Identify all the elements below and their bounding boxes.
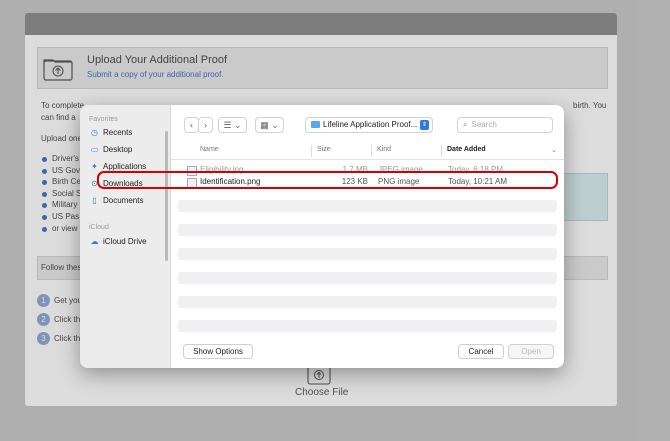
column-header-size[interactable]: Size <box>317 146 331 153</box>
clock-icon: ◷ <box>91 128 98 137</box>
sidebar-item-label: iCloud Drive <box>103 237 147 246</box>
chevron-right-icon: › <box>204 120 207 130</box>
chevron-left-icon: ‹ <box>190 120 193 130</box>
sidebar-item-label: Recents <box>103 128 133 137</box>
sidebar-item-label: Desktop <box>103 145 133 154</box>
column-header-name[interactable]: Name <box>200 146 219 153</box>
sidebar-item-downloads[interactable]: ⊙ Downloads <box>89 178 143 190</box>
search-field[interactable]: ⌕ Search <box>457 117 553 133</box>
grid-view-icon: ▦ ⌄ <box>260 120 279 130</box>
forward-button[interactable]: › <box>198 117 213 133</box>
empty-row <box>178 296 557 308</box>
table-row[interactable]: Eligibility.jpg 1.7 MB JPEG image Today,… <box>177 164 557 176</box>
cloud-icon: ☁ <box>90 237 99 246</box>
image-file-icon <box>187 178 197 188</box>
cancel-button[interactable]: Cancel <box>458 344 504 359</box>
file-picker-dialog: Favorites ◷ Recents ▭ Desktop ✦ Application… <box>80 105 564 368</box>
location-label: Lifeline Application Proof... <box>323 120 418 129</box>
sidebar-item-recents[interactable]: ◷ Recents <box>89 127 132 139</box>
location-dropdown[interactable]: Lifeline Application Proof... ⇕ <box>305 117 433 133</box>
sidebar-item-label: Downloads <box>103 179 143 188</box>
dialog-sidebar: Favorites ◷ Recents ▭ Desktop ✦ Application… <box>80 105 171 368</box>
column-divider <box>371 145 372 157</box>
sidebar-item-label: Documents <box>103 196 144 205</box>
file-browser: ‹ › ☰ ⌄ ▦ ⌄ Lifeline Application Proof..… <box>171 105 564 368</box>
chevron-updown-icon: ⇕ <box>420 120 429 130</box>
grid-view-button[interactable]: ▦ ⌄ <box>255 117 284 133</box>
header-divider <box>171 159 564 160</box>
empty-row <box>178 224 557 236</box>
sidebar-scrollbar[interactable] <box>165 131 168 261</box>
list-view-icon: ☰ ⌄ <box>223 120 242 130</box>
favorites-heading: Favorites <box>89 116 118 123</box>
icloud-heading: iCloud <box>89 224 109 231</box>
file-name: Eligibility.jpg <box>200 165 244 174</box>
file-size: 1.7 MB <box>342 165 368 174</box>
file-kind: JPEG image <box>378 165 423 174</box>
desktop-icon: ▭ <box>90 145 99 154</box>
list-view-button[interactable]: ☰ ⌄ <box>218 117 247 133</box>
search-icon: ⌕ <box>463 120 468 129</box>
empty-row <box>178 272 557 284</box>
show-options-button[interactable]: Show Options <box>183 344 253 359</box>
sidebar-item-documents[interactable]: ▯ Documents <box>89 195 143 207</box>
search-placeholder: Search <box>471 120 497 129</box>
sidebar-item-desktop[interactable]: ▭ Desktop <box>89 144 133 156</box>
folder-icon <box>311 121 320 128</box>
sidebar-item-applications[interactable]: ✦ Applications <box>89 161 146 173</box>
sidebar-item-icloud-drive[interactable]: ☁ iCloud Drive <box>89 236 147 248</box>
file-date-added: Today, 6:18 PM <box>448 165 503 174</box>
open-button[interactable]: Open <box>508 344 554 359</box>
column-divider <box>441 145 442 157</box>
documents-icon: ▯ <box>92 196 97 205</box>
column-header-kind[interactable]: Kind <box>377 146 391 153</box>
empty-row <box>178 248 557 260</box>
file-kind: PNG image <box>378 177 420 186</box>
column-header-date-added[interactable]: Date Added <box>447 146 486 153</box>
file-name: Identification.png <box>200 177 261 186</box>
image-file-icon <box>187 166 197 176</box>
empty-row <box>178 320 557 332</box>
column-divider <box>311 145 312 157</box>
back-button[interactable]: ‹ <box>184 117 199 133</box>
file-date-added: Today, 10:21 AM <box>448 177 507 186</box>
file-size: 123 KB <box>341 177 368 186</box>
sort-chevron-icon: ⌄ <box>551 147 557 154</box>
empty-row <box>178 200 557 212</box>
sidebar-item-label: Applications <box>103 162 147 171</box>
table-row[interactable]: Identification.png 123 KB PNG image Toda… <box>177 176 557 188</box>
applications-icon: ✦ <box>91 162 98 171</box>
downloads-icon: ⊙ <box>91 179 98 188</box>
